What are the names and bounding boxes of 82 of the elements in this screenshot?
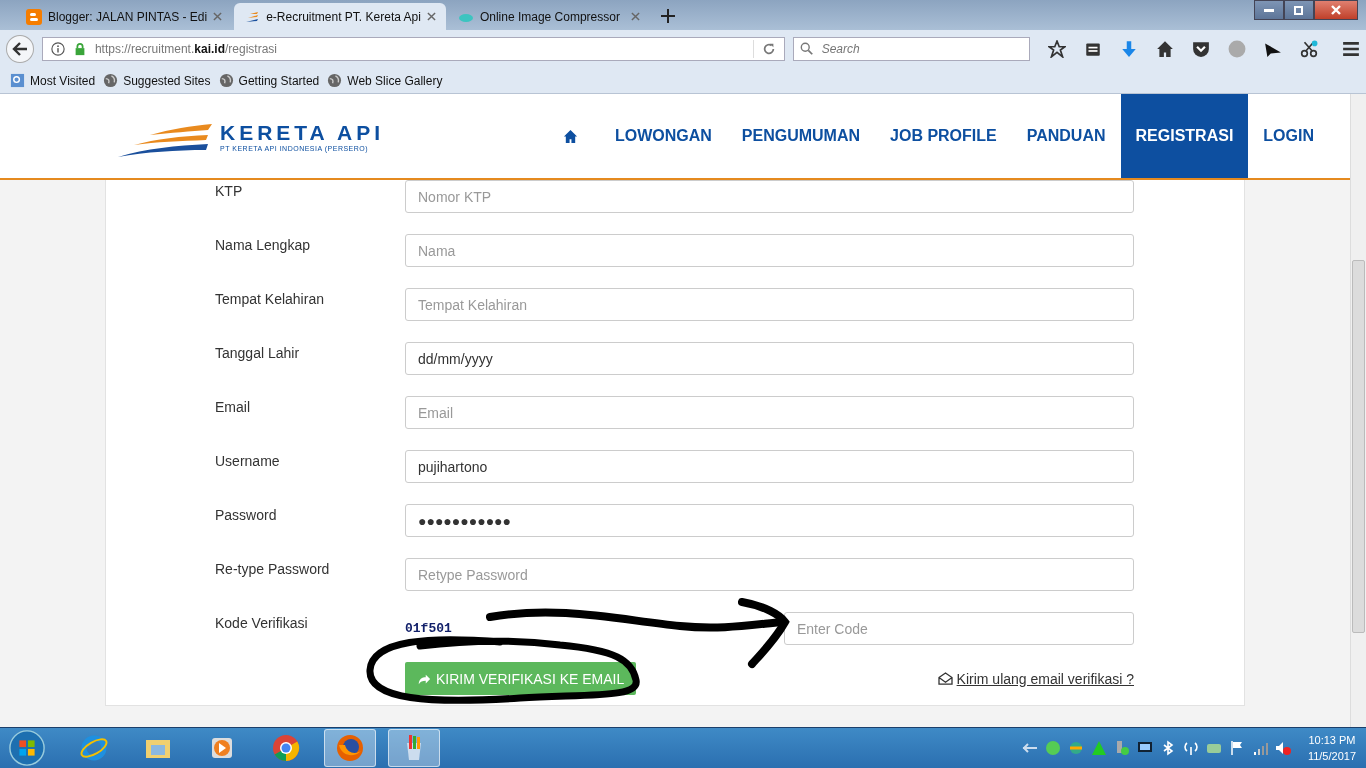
bookmark-item[interactable]: Most Visited bbox=[10, 73, 96, 88]
browser-tab[interactable]: Blogger: JALAN PINTAS - Edi bbox=[16, 3, 233, 30]
minimize-icon bbox=[1264, 8, 1274, 12]
nav-link[interactable]: PENGUMUMAN bbox=[726, 94, 876, 178]
logo-title: KERETA API bbox=[220, 120, 385, 145]
address-bar[interactable]: https://recruitment.kai.id/registrasi bbox=[41, 37, 785, 61]
field-label: Email bbox=[215, 398, 251, 415]
bookmark-item[interactable]: Getting Started bbox=[218, 73, 320, 88]
wireless-icon[interactable] bbox=[1182, 740, 1199, 756]
nav-link[interactable]: LOGIN bbox=[1248, 94, 1329, 178]
input-field[interactable]: dd/mm/yyyy bbox=[405, 342, 1134, 375]
flag-icon[interactable] bbox=[1228, 740, 1245, 756]
clock-date: 11/5/2017 bbox=[1307, 749, 1356, 764]
clock-time: 10:13 PM bbox=[1308, 733, 1356, 748]
field-label: Tanggal Lahir bbox=[215, 344, 301, 361]
resend-link[interactable]: Kirim ulang email verifikasi ? bbox=[937, 670, 1134, 687]
field-label: Kode Verifikasi bbox=[215, 614, 309, 631]
nav-link[interactable]: REGISTRASI bbox=[1120, 94, 1249, 178]
home-icon[interactable] bbox=[562, 128, 578, 144]
input-field[interactable]: pujihartono bbox=[405, 450, 1134, 483]
chrome-icon bbox=[271, 733, 301, 763]
restore-button[interactable] bbox=[1284, 0, 1314, 20]
globe-icon bbox=[327, 73, 343, 88]
scrollbar[interactable] bbox=[1350, 94, 1366, 727]
search-icon bbox=[799, 42, 814, 56]
close-icon[interactable] bbox=[426, 12, 436, 21]
scroll-thumb[interactable] bbox=[1352, 260, 1365, 633]
page-icon bbox=[10, 73, 25, 88]
start-button[interactable] bbox=[8, 729, 46, 767]
close-icon[interactable] bbox=[630, 12, 640, 21]
home-icon[interactable] bbox=[1156, 40, 1174, 58]
restore-icon bbox=[1294, 5, 1304, 15]
info-icon[interactable] bbox=[50, 42, 65, 56]
browser-tab[interactable]: Online Image Compressor bbox=[447, 3, 650, 30]
taskbar-app[interactable] bbox=[388, 729, 440, 767]
minimize-button[interactable] bbox=[1254, 0, 1284, 20]
globe-icon bbox=[103, 73, 119, 88]
signal-icon[interactable] bbox=[1251, 740, 1268, 756]
field-label: Re-type Password bbox=[215, 560, 331, 577]
close-icon[interactable] bbox=[213, 12, 223, 21]
field-label: KTP bbox=[215, 182, 244, 199]
globe-icon bbox=[218, 73, 234, 88]
input-field[interactable]: Nama bbox=[405, 234, 1134, 267]
reload-icon[interactable] bbox=[761, 42, 776, 56]
menu-icon[interactable] bbox=[1342, 40, 1360, 58]
scissors-icon[interactable] bbox=[1300, 40, 1318, 58]
muted-speaker-icon[interactable] bbox=[1274, 740, 1291, 756]
bookmark-item[interactable]: Suggested Sites bbox=[103, 73, 211, 88]
input-field[interactable]: Nomor KTP bbox=[405, 180, 1134, 213]
nav-link[interactable]: PANDUAN bbox=[1011, 94, 1121, 178]
download-icon[interactable] bbox=[1120, 40, 1138, 58]
field-label: Tempat Kelahiran bbox=[215, 290, 325, 307]
taskbar-app[interactable] bbox=[324, 729, 376, 767]
clock[interactable]: 10:13 PM 11/5/2017 bbox=[1307, 732, 1356, 764]
close-icon bbox=[1331, 5, 1341, 15]
close-button[interactable] bbox=[1314, 0, 1358, 20]
browser-tab[interactable]: e-Recruitment PT. Kereta Api bbox=[234, 3, 446, 30]
nav-link[interactable]: LOWONGAN bbox=[599, 94, 727, 178]
back-button[interactable] bbox=[6, 35, 34, 63]
bookmark-item[interactable]: Web Slice Gallery bbox=[327, 73, 443, 88]
globe-tray-icon[interactable] bbox=[1067, 740, 1084, 756]
blogger-icon bbox=[26, 8, 42, 25]
field-label: Password bbox=[215, 506, 278, 523]
pocket-icon[interactable] bbox=[1192, 40, 1210, 58]
captcha-code: 01f501 bbox=[405, 621, 453, 636]
back-arrow-icon bbox=[11, 42, 28, 56]
input-field[interactable]: ●●●●●●●●●●● bbox=[405, 504, 1134, 537]
field-label: Nama Lengkap bbox=[215, 236, 311, 253]
input-field[interactable]: Retype Password bbox=[405, 558, 1134, 591]
firefox-icon bbox=[335, 733, 365, 763]
star-icon[interactable] bbox=[1048, 40, 1066, 58]
clipboard-icon[interactable] bbox=[1084, 40, 1102, 58]
new-tab-icon[interactable] bbox=[659, 8, 676, 24]
input-field[interactable]: Email bbox=[405, 396, 1134, 429]
browser-e-icon bbox=[79, 733, 109, 763]
field-label: Username bbox=[215, 452, 281, 469]
status-dot-icon[interactable] bbox=[1044, 740, 1061, 756]
input-field[interactable]: Tempat Kelahiran bbox=[405, 288, 1134, 321]
envelope-icon bbox=[937, 672, 953, 685]
search-field[interactable]: Search bbox=[792, 37, 1030, 61]
nav-link[interactable]: JOB PROFILE bbox=[875, 94, 1012, 178]
code-field[interactable]: Enter Code bbox=[784, 612, 1134, 645]
